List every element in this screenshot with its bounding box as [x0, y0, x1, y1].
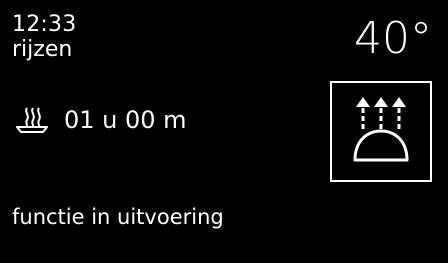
- timer-row[interactable]: 01 u 00 m: [14, 104, 187, 136]
- function-button[interactable]: [330, 81, 432, 182]
- timer-duration: 01 u 00 m: [64, 106, 187, 134]
- temperature-readout[interactable]: 40°: [354, 16, 432, 62]
- clock-time: 12:33: [12, 12, 77, 37]
- steam-bowl-icon: [16, 107, 48, 133]
- dough-rising-icon: [353, 97, 409, 162]
- status-message: functie in uitvoering: [12, 205, 224, 229]
- mode-label: rijzen: [12, 37, 73, 62]
- oven-display: 12:33 rijzen 40° 01 u 00 m functie in ui…: [0, 0, 448, 263]
